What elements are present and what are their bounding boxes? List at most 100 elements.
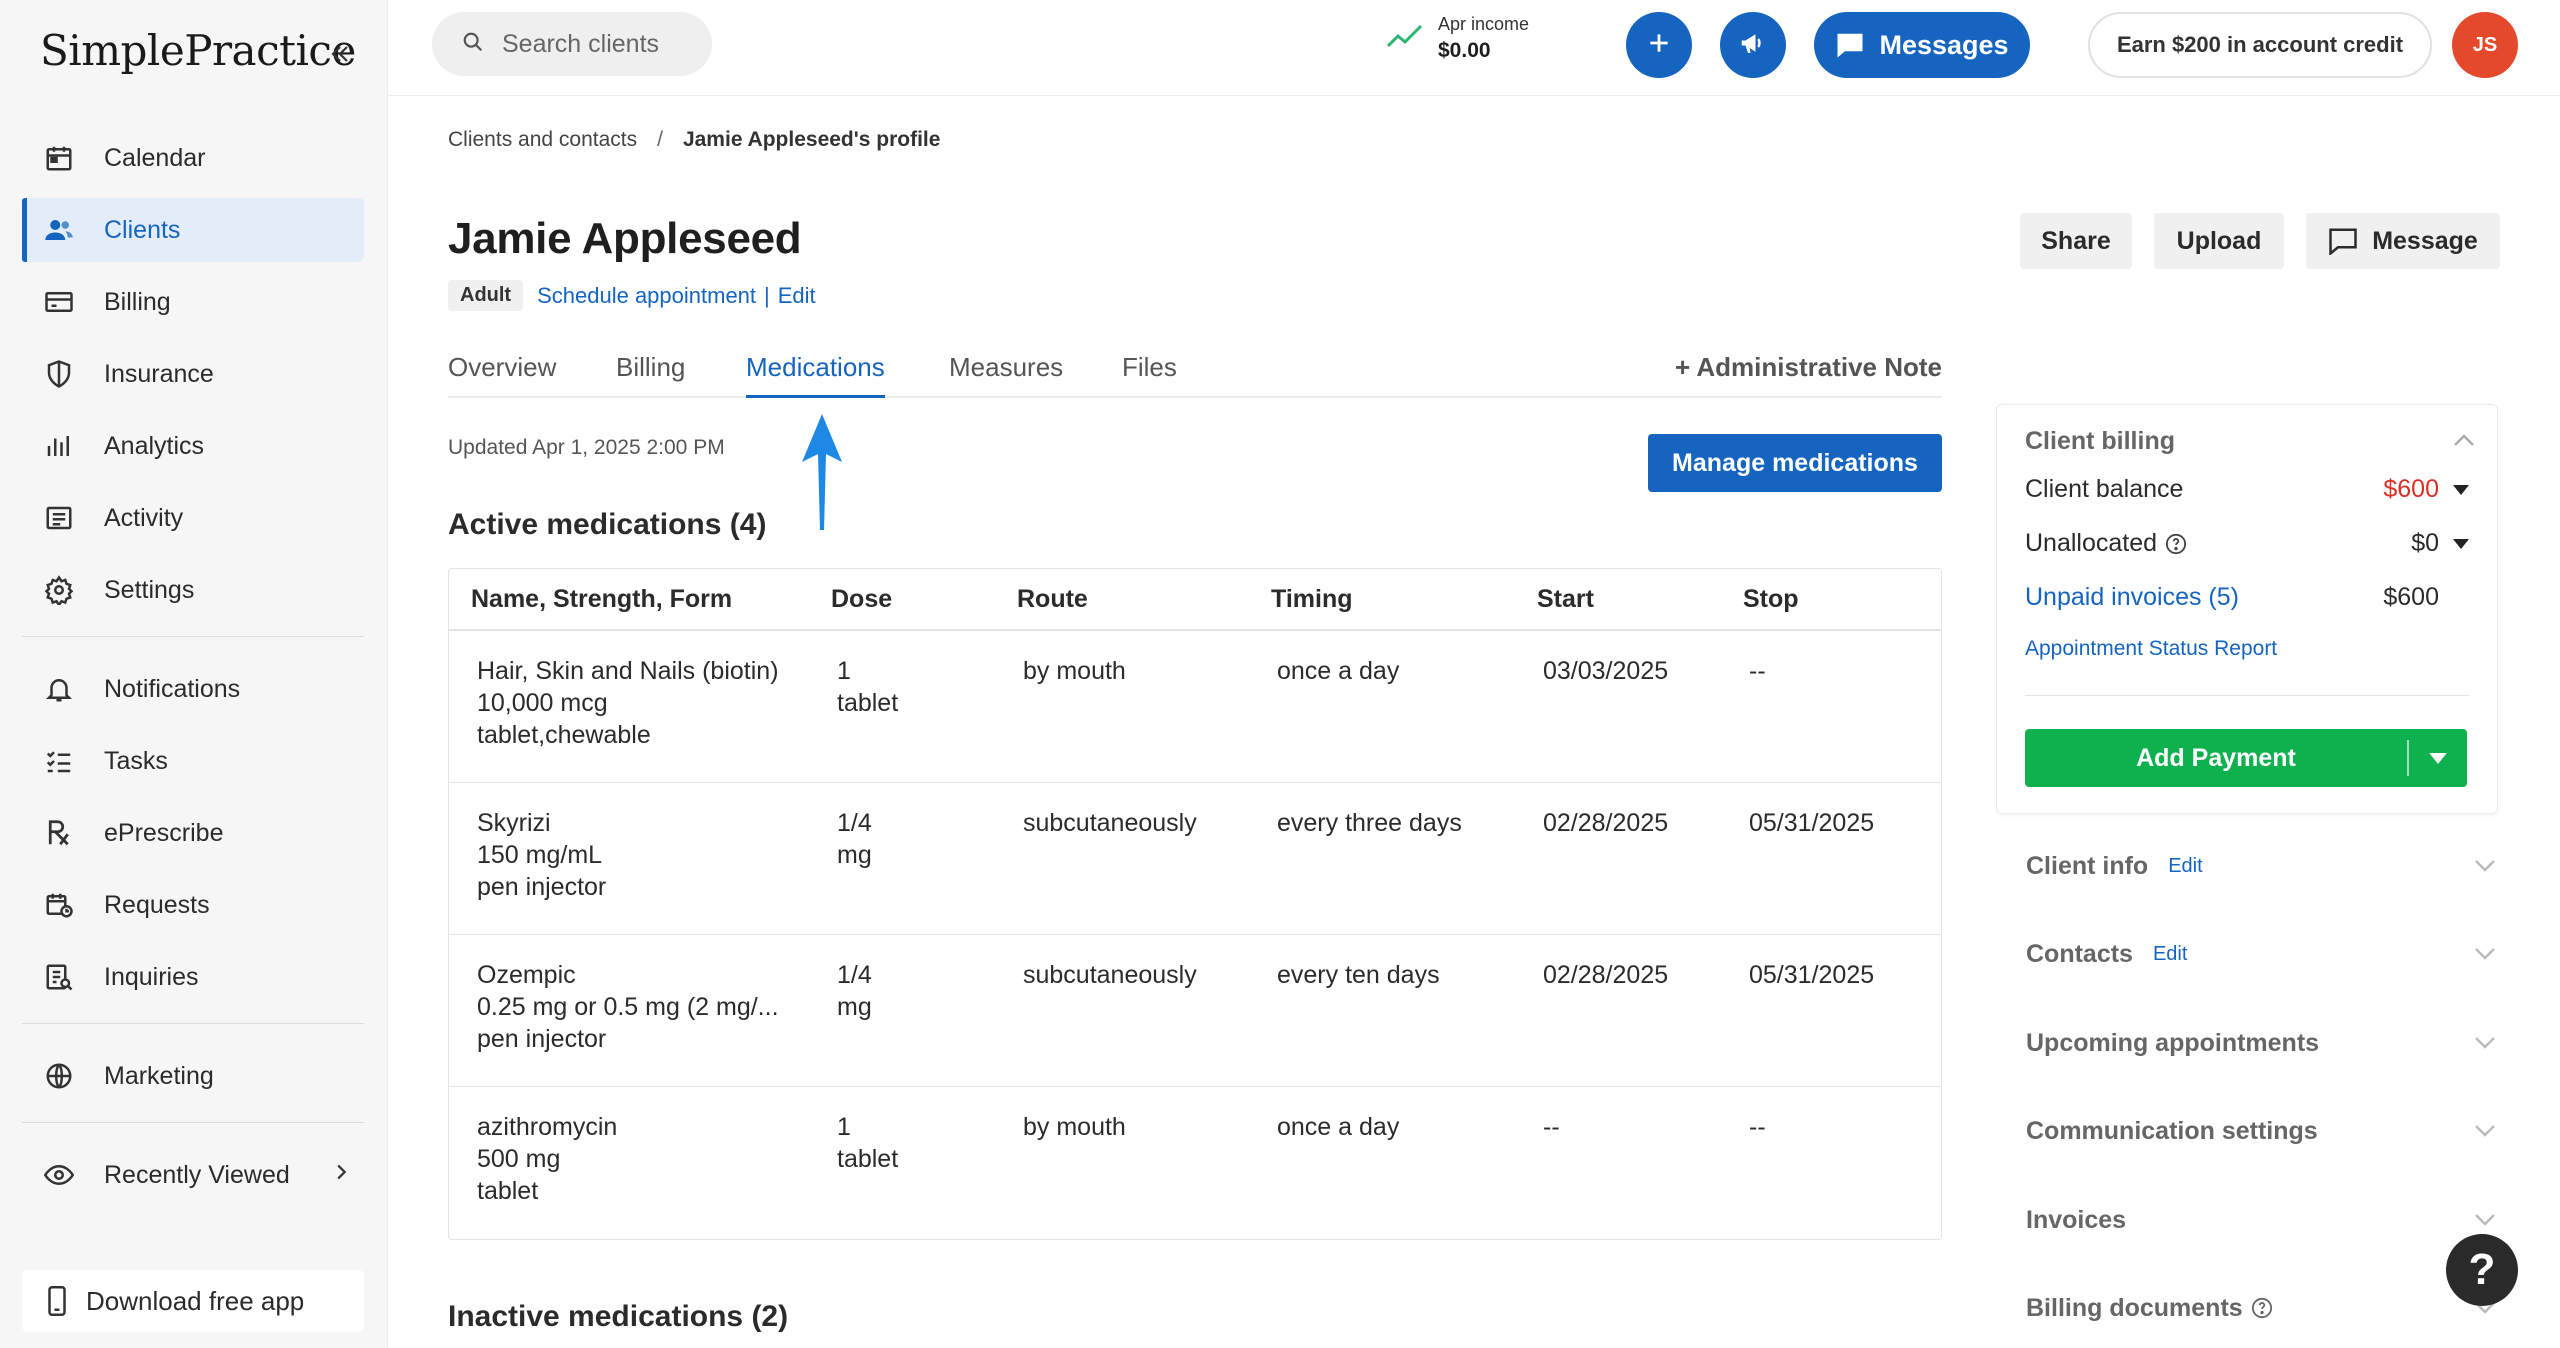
client-info-section[interactable]: Client info Edit bbox=[2026, 836, 2496, 896]
client-info-edit-link[interactable]: Edit bbox=[2168, 855, 2202, 878]
sidebar-item-insurance[interactable]: Insurance bbox=[22, 342, 364, 406]
communication-settings-section[interactable]: Communication settings bbox=[2026, 1101, 2496, 1161]
unpaid-invoices-link[interactable]: Unpaid invoices (5) bbox=[2025, 583, 2239, 612]
help-circle-icon[interactable] bbox=[2165, 533, 2187, 555]
tab-files[interactable]: Files bbox=[1122, 352, 1177, 398]
chevron-down-icon bbox=[2474, 1036, 2496, 1050]
table-row[interactable]: Hair, Skin and Nails (biotin) 10,000 mcg… bbox=[449, 631, 1941, 783]
upload-button[interactable]: Upload bbox=[2154, 213, 2284, 269]
download-app-label: Download free app bbox=[86, 1285, 305, 1316]
tab-overview[interactable]: Overview bbox=[448, 352, 556, 398]
logo[interactable]: SimplePractice bbox=[40, 26, 356, 75]
megaphone-icon bbox=[1738, 28, 1768, 63]
sidebar-item-requests[interactable]: Requests bbox=[22, 873, 364, 937]
unallocated-label: Unallocated bbox=[2025, 529, 2158, 557]
search-box[interactable] bbox=[432, 12, 712, 76]
collapse-sidebar-icon[interactable] bbox=[322, 36, 358, 72]
share-button[interactable]: Share bbox=[2020, 213, 2132, 269]
updated-timestamp: Updated Apr 1, 2025 2:00 PM bbox=[448, 436, 725, 459]
link-separator: | bbox=[764, 282, 770, 308]
medication-strength: 500 mg bbox=[477, 1145, 561, 1173]
dose-amount: 1/4 bbox=[837, 809, 872, 837]
dose-amount: 1/4 bbox=[837, 961, 872, 989]
sidebar-item-inquiries[interactable]: Inquiries bbox=[22, 945, 364, 1009]
caret-down-icon[interactable] bbox=[2409, 752, 2467, 764]
chat-icon bbox=[1835, 31, 1865, 59]
bar-chart-icon bbox=[42, 429, 76, 463]
announcements-button[interactable] bbox=[1720, 12, 1786, 78]
sidebar-item-activity[interactable]: Activity bbox=[22, 486, 364, 550]
page-title: Jamie Appleseed bbox=[448, 214, 802, 263]
sidebar-item-notifications[interactable]: Notifications bbox=[22, 657, 364, 721]
contacts-title: Contacts bbox=[2026, 939, 2133, 968]
contacts-section[interactable]: Contacts Edit bbox=[2026, 924, 2496, 984]
sidebar-item-label: Requests bbox=[104, 890, 210, 919]
dose-cell: 1/4 mg bbox=[829, 935, 1015, 1086]
income-value: $0.00 bbox=[1438, 39, 1491, 62]
timing-cell: once a day bbox=[1277, 657, 1400, 685]
billing-documents-section[interactable]: Billing documents bbox=[2026, 1278, 2496, 1338]
income-widget[interactable]: Apr income $0.00 bbox=[1386, 14, 1529, 63]
caret-down-icon bbox=[2453, 484, 2469, 495]
billing-documents-title: Billing documents bbox=[2026, 1293, 2243, 1322]
avatar[interactable]: JS bbox=[2452, 12, 2518, 78]
upcoming-appointments-section[interactable]: Upcoming appointments bbox=[2026, 1013, 2496, 1073]
message-button[interactable]: Message bbox=[2306, 213, 2500, 269]
table-row[interactable]: Ozempic 0.25 mg or 0.5 mg (2 mg/... pen … bbox=[449, 935, 1941, 1087]
schedule-appointment-link[interactable]: Schedule appointment bbox=[537, 283, 756, 309]
sidebar-divider bbox=[22, 636, 364, 637]
document-search-icon bbox=[42, 960, 76, 994]
bell-icon bbox=[42, 672, 76, 706]
sidebar-item-clients[interactable]: Clients bbox=[22, 198, 364, 262]
table-row[interactable]: azithromycin 500 mg tablet 1 tablet by m… bbox=[449, 1087, 1941, 1239]
tab-medications[interactable]: Medications bbox=[746, 352, 885, 398]
appointment-status-report-link[interactable]: Appointment Status Report bbox=[2025, 637, 2277, 661]
sidebar-item-marketing[interactable]: Marketing bbox=[22, 1044, 364, 1108]
inactive-medications-title: Inactive medications (2) bbox=[448, 1300, 789, 1333]
sidebar-item-tasks[interactable]: Tasks bbox=[22, 729, 364, 793]
sidebar-item-analytics[interactable]: Analytics bbox=[22, 414, 364, 478]
sidebar-item-eprescribe[interactable]: ePrescribe bbox=[22, 801, 364, 865]
invoices-section[interactable]: Invoices bbox=[2026, 1190, 2496, 1250]
contacts-edit-link[interactable]: Edit bbox=[2153, 943, 2187, 966]
timing-cell: once a day bbox=[1277, 1113, 1400, 1141]
breadcrumb-parent[interactable]: Clients and contacts bbox=[448, 128, 637, 152]
sidebar-item-label: Calendar bbox=[104, 143, 206, 172]
message-label: Message bbox=[2372, 226, 2478, 255]
add-administrative-note-button[interactable]: + Administrative Note bbox=[1675, 352, 1942, 383]
tab-measures[interactable]: Measures bbox=[949, 352, 1063, 398]
messages-button[interactable]: Messages bbox=[1814, 12, 2030, 78]
unallocated-dropdown[interactable]: $0 bbox=[2411, 529, 2469, 558]
client-balance-dropdown[interactable]: $600 bbox=[2383, 475, 2469, 504]
tab-billing[interactable]: Billing bbox=[616, 352, 685, 398]
edit-client-link[interactable]: Edit bbox=[778, 283, 816, 309]
chevron-right-icon bbox=[330, 1161, 352, 1190]
client-info-title: Client info bbox=[2026, 851, 2149, 880]
help-circle-icon[interactable] bbox=[2251, 1297, 2273, 1319]
dose-amount: 1 bbox=[837, 657, 851, 685]
profile-tabs: Overview Billing Medications Measures Fi… bbox=[448, 352, 1942, 398]
chevron-down-icon bbox=[2474, 1124, 2496, 1138]
medication-form: pen injector bbox=[477, 873, 607, 901]
sidebar-item-billing[interactable]: Billing bbox=[22, 270, 364, 334]
sidebar-item-label: Inquiries bbox=[104, 962, 199, 991]
divider bbox=[2025, 695, 2469, 696]
sidebar-item-calendar[interactable]: Calendar bbox=[22, 126, 364, 190]
help-button[interactable]: ? bbox=[2446, 1234, 2518, 1306]
search-input[interactable] bbox=[502, 29, 712, 59]
manage-medications-button[interactable]: Manage medications bbox=[1648, 434, 1942, 492]
download-app-button[interactable]: Download free app bbox=[22, 1270, 364, 1332]
add-button[interactable] bbox=[1626, 12, 1692, 78]
sidebar-item-label: Settings bbox=[104, 575, 195, 604]
add-payment-button[interactable]: Add Payment bbox=[2025, 729, 2467, 787]
medication-form: tablet,chewable bbox=[477, 721, 651, 749]
earn-credit-button[interactable]: Earn $200 in account credit bbox=[2088, 12, 2432, 78]
medication-strength: 10,000 mcg bbox=[477, 689, 608, 717]
chevron-up-icon[interactable] bbox=[2453, 433, 2475, 452]
sidebar-item-recently-viewed[interactable]: Recently Viewed bbox=[22, 1143, 364, 1207]
sidebar-item-label: Notifications bbox=[104, 674, 241, 703]
table-row[interactable]: Skyrizi 150 mg/mL pen injector 1/4 mg su… bbox=[449, 783, 1941, 935]
timing-cell: every three days bbox=[1277, 809, 1462, 837]
timing-cell: every ten days bbox=[1277, 961, 1440, 989]
sidebar-item-settings[interactable]: Settings bbox=[22, 558, 364, 622]
